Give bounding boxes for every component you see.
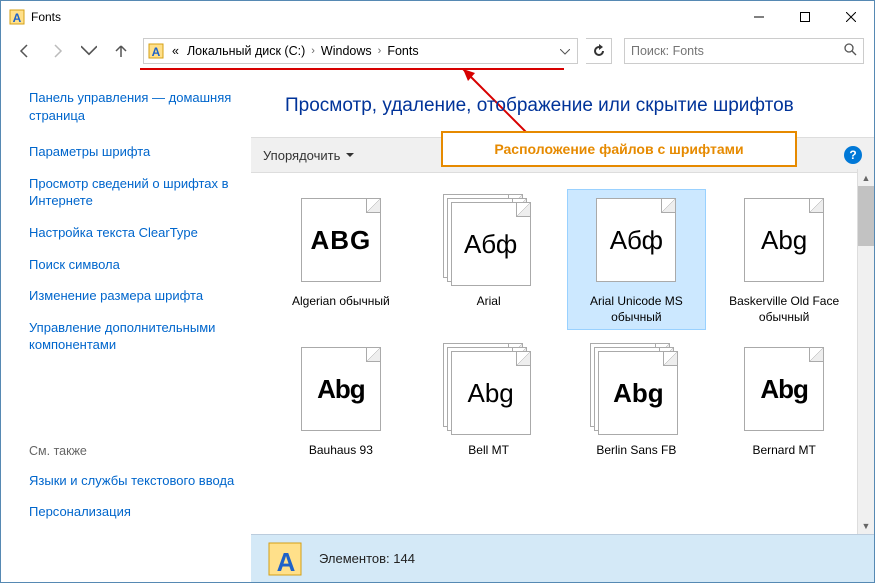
close-button[interactable] [828, 1, 874, 33]
annotation-callout: Расположение файлов с шрифтами [441, 131, 797, 167]
see-also-label: См. также [29, 444, 239, 458]
scroll-thumb[interactable] [858, 186, 874, 246]
sidebar-link[interactable]: Управление дополнительными компонентами [29, 319, 239, 354]
font-label: Baskerville Old Face обычный [719, 294, 849, 325]
window-title: Fonts [31, 10, 736, 24]
content: Панель управления — домашняя страница Па… [1, 69, 874, 582]
font-preview-icon: Абф [439, 194, 539, 290]
chevron-right-icon: › [376, 45, 384, 57]
font-preview-text: Абф [464, 229, 517, 260]
window-controls [736, 1, 874, 33]
chevron-down-icon [346, 153, 354, 157]
sidebar: Панель управления — домашняя страница Па… [1, 69, 251, 582]
font-label: Algerian обычный [292, 294, 390, 310]
font-preview-text: Abg [613, 378, 664, 409]
breadcrumb-item[interactable]: Локальный диск (C:) [183, 44, 309, 58]
font-preview-text: Abg [317, 374, 365, 405]
scroll-up-button[interactable]: ▲ [858, 169, 874, 186]
font-preview-text: Абф [610, 225, 663, 256]
font-item[interactable]: Абф Arial [419, 189, 559, 330]
breadcrumb-item[interactable]: Fonts [383, 44, 422, 58]
addressbar[interactable]: A « Локальный диск (C:) › Windows › Font… [143, 38, 578, 64]
minimize-button[interactable] [736, 1, 782, 33]
font-preview-icon: Абф [586, 194, 686, 290]
font-label: Bernard MT [752, 443, 815, 459]
maximize-button[interactable] [782, 1, 828, 33]
recent-dropdown[interactable] [75, 37, 103, 65]
search-icon[interactable] [843, 42, 857, 61]
up-button[interactable] [107, 37, 135, 65]
sidebar-link[interactable]: Изменение размера шрифта [29, 287, 239, 305]
font-label: Berlin Sans FB [596, 443, 676, 459]
page-title: Просмотр, удаление, отображение или скры… [251, 69, 874, 137]
sidebar-link[interactable]: Поиск символа [29, 256, 239, 274]
font-preview-icon: Abg [439, 343, 539, 439]
font-item[interactable]: Abg Berlin Sans FB [567, 338, 707, 464]
font-label: Arial [477, 294, 501, 310]
back-button[interactable] [11, 37, 39, 65]
fonts-large-icon: A [267, 541, 303, 577]
font-preview-icon: Abg [734, 343, 834, 439]
font-label: Arial Unicode MS обычный [572, 294, 702, 325]
address-dropdown[interactable] [557, 42, 573, 60]
font-label: Bell MT [468, 443, 509, 459]
statusbar: A Элементов: 144 [251, 534, 874, 582]
font-item[interactable]: Abg Bell MT [419, 338, 559, 464]
item-count: Элементов: 144 [319, 551, 415, 566]
font-item[interactable]: Абф Arial Unicode MS обычный [567, 189, 707, 330]
font-item[interactable]: Abg Bauhaus 93 [271, 338, 411, 464]
searchbox[interactable] [624, 38, 864, 64]
font-preview-text: Abg [760, 374, 808, 405]
svg-text:A: A [277, 547, 296, 577]
font-item[interactable]: Abg Bernard MT [714, 338, 854, 464]
help-icon[interactable]: ? [844, 146, 862, 164]
organize-button[interactable]: Упорядочить [263, 148, 354, 163]
panel-home-link[interactable]: Панель управления — домашняя страница [29, 89, 239, 125]
font-item[interactable]: ABG Algerian обычный [271, 189, 411, 330]
breadcrumb-item[interactable]: Windows [317, 44, 376, 58]
vertical-scrollbar[interactable]: ▲ ▼ [857, 169, 874, 534]
chevron-right-icon: › [309, 45, 317, 57]
fonts-path-icon: A [148, 43, 164, 59]
main-panel: Просмотр, удаление, отображение или скры… [251, 69, 874, 582]
scroll-down-button[interactable]: ▼ [858, 517, 874, 534]
titlebar: A Fonts [1, 1, 874, 33]
font-preview-icon: Abg [734, 194, 834, 290]
refresh-button[interactable] [586, 38, 612, 64]
breadcrumb-prefix: « [168, 44, 183, 58]
sidebar-link[interactable]: Настройка текста ClearType [29, 224, 239, 242]
breadcrumb[interactable]: « Локальный диск (C:) › Windows › Fonts [168, 44, 423, 58]
font-item[interactable]: Abg Baskerville Old Face обычный [714, 189, 854, 330]
svg-text:A: A [13, 11, 22, 25]
svg-text:A: A [152, 45, 161, 59]
sidebar-link[interactable]: Просмотр сведений о шрифтах в Интернете [29, 175, 239, 210]
sidebar-link[interactable]: Параметры шрифта [29, 143, 239, 161]
font-preview-icon: Abg [586, 343, 686, 439]
forward-button[interactable] [43, 37, 71, 65]
font-grid: ABG Algerian обычный Абф Arial Абф Arial Unic… [251, 173, 874, 534]
font-preview-icon: ABG [291, 194, 391, 290]
font-preview-text: ABG [310, 225, 371, 256]
search-input[interactable] [631, 44, 843, 58]
fonts-app-icon: A [9, 9, 25, 25]
see-also-link[interactable]: Персонализация [29, 503, 239, 521]
see-also-link[interactable]: Языки и службы текстового ввода [29, 472, 239, 490]
font-preview-icon: Abg [291, 343, 391, 439]
font-preview-text: Abg [467, 378, 513, 409]
font-label: Bauhaus 93 [309, 443, 373, 459]
navbar: A « Локальный диск (C:) › Windows › Font… [1, 33, 874, 69]
font-preview-text: Abg [761, 225, 807, 256]
